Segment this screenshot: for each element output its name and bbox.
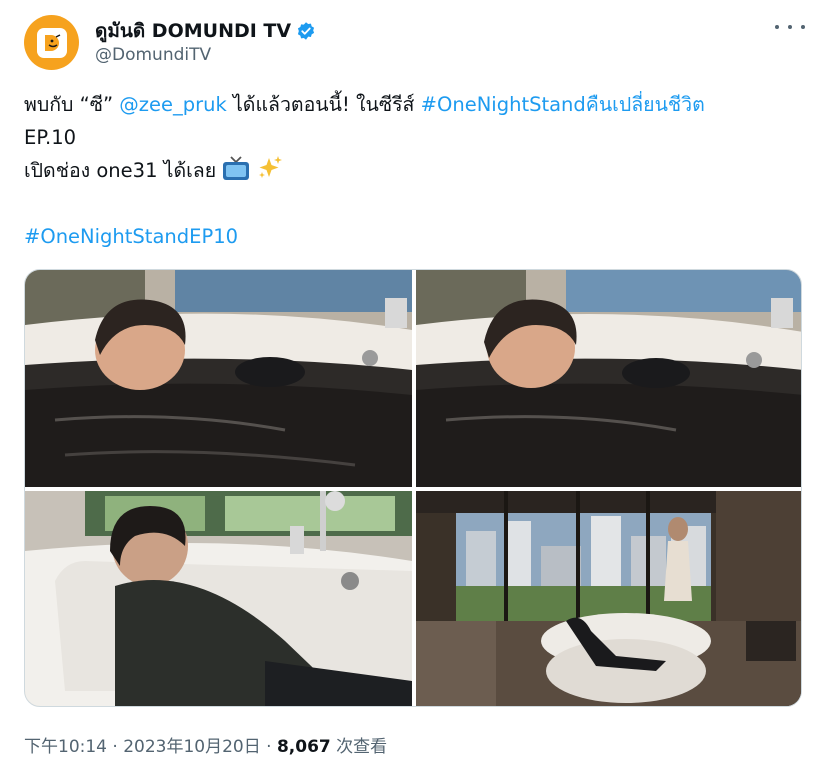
tweet-text-segment: เปิดช่อง one31 ได้เลย <box>24 159 217 182</box>
views-count: 8,067 <box>276 737 331 757</box>
hashtag-link[interactable]: #OneNightStandคืนเปลี่ยนชีวิต <box>421 93 705 116</box>
author-display-name[interactable]: ดูมันดิ DOMUNDI TV <box>95 16 291 46</box>
bathtub-submerged-photo-1[interactable] <box>25 270 412 487</box>
verified-badge-icon <box>298 22 315 40</box>
tweet-date[interactable]: 2023年10月20日 <box>123 737 261 757</box>
tweet-time[interactable]: 下午10:14 <box>24 737 107 757</box>
separator: · <box>260 737 277 757</box>
bathtub-reclining-photo[interactable] <box>25 491 412 706</box>
tweet-text-segment: พบกับ “ซี” <box>24 93 120 116</box>
tweet-text: พบกับ “ซี” @zee_pruk ได้แล้วตอนนี้! ในซี… <box>24 88 814 253</box>
tweet-line-3: เปิดช่อง one31 ได้เลย <box>24 154 814 187</box>
tweet-meta: 下午10:14 · 2023年10月20日 · 8,067 次查看 <box>24 732 387 757</box>
author-handle[interactable]: @DomundiTV <box>95 45 211 65</box>
tweet-text-segment: ได้แล้วตอนนี้! ในซีรีส์ <box>226 93 421 116</box>
domundi-logo-icon <box>36 27 67 58</box>
sparkles-icon <box>258 156 282 178</box>
bathtub-submerged-photo-2[interactable] <box>416 270 801 487</box>
mention-link[interactable]: @zee_pruk <box>119 93 227 116</box>
more-options-icon[interactable] <box>775 16 805 38</box>
media-grid <box>24 269 802 707</box>
avatar[interactable] <box>24 15 79 70</box>
author-display-name-row[interactable]: ดูมันดิ DOMUNDI TV <box>95 16 316 46</box>
separator: · <box>107 737 124 757</box>
views-label: 次查看 <box>330 737 388 757</box>
tweet-line-4: #OneNightStandEP10 <box>24 220 814 253</box>
hashtag-link[interactable]: #OneNightStandEP10 <box>24 225 238 248</box>
bathroom-window-scene-photo[interactable] <box>416 491 801 706</box>
television-icon <box>223 156 250 180</box>
tweet-line-2: EP.10 <box>24 126 77 149</box>
tweet-line-1: พบกับ “ซี” @zee_pruk ได้แล้วตอนนี้! ในซี… <box>24 88 814 121</box>
